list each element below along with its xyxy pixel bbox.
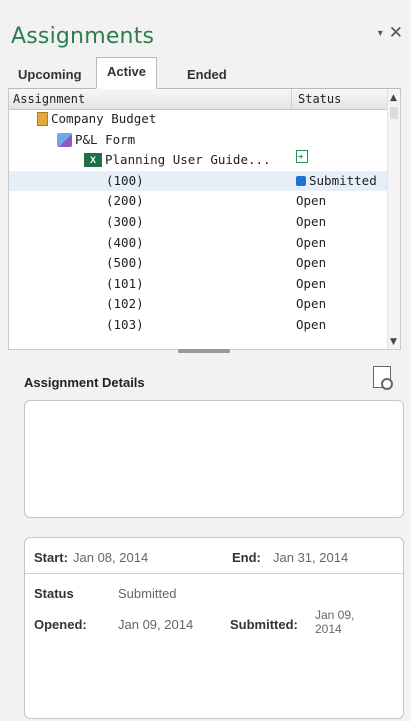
row-status: Submitted xyxy=(309,172,377,188)
divider xyxy=(25,573,403,574)
tab-active[interactable]: Active xyxy=(96,57,158,89)
column-header-assignment[interactable]: Assignment xyxy=(13,92,85,106)
row-name: (400) xyxy=(106,234,144,250)
table-row[interactable]: (300) Open xyxy=(9,212,388,233)
row-name: (500) xyxy=(106,255,144,271)
form-icon xyxy=(57,132,72,147)
table-row[interactable]: (500) Open xyxy=(9,253,388,274)
assignment-details-heading: Assignment Details xyxy=(24,375,145,390)
row-status: Open xyxy=(296,316,327,332)
end-label: End: xyxy=(232,550,261,565)
opened-value: Jan 09, 2014 xyxy=(118,617,194,632)
row-status: Open xyxy=(296,255,327,271)
grid-header: Assignment Status xyxy=(9,89,400,110)
row-status: Open xyxy=(296,296,327,312)
scroll-up-icon[interactable]: ▲ xyxy=(390,93,397,103)
row-name: P&L Form xyxy=(75,131,136,147)
submitted-value-line1: Jan 09, xyxy=(315,608,355,622)
table-row[interactable]: (102) Open xyxy=(9,294,388,315)
row-name: (102) xyxy=(106,296,144,312)
tab-upcoming[interactable]: Upcoming xyxy=(8,63,92,87)
tree-row[interactable]: X Planning User Guide... xyxy=(9,148,388,171)
row-status: Open xyxy=(296,234,327,250)
row-name: (101) xyxy=(106,275,144,291)
pane-splitter-handle[interactable] xyxy=(178,349,230,353)
table-row[interactable]: (103) Open xyxy=(9,315,388,336)
close-icon[interactable]: ✕ xyxy=(389,25,403,42)
budget-icon xyxy=(37,112,48,126)
assignment-details-box xyxy=(24,400,404,518)
row-name: (100) xyxy=(106,172,144,188)
row-name: Company Budget xyxy=(51,111,157,126)
table-row[interactable]: (101) Open xyxy=(9,274,388,295)
submitted-label: Submitted: xyxy=(230,617,298,632)
tree-row[interactable]: P&L Form xyxy=(9,130,388,151)
grid-rows: Company Budget P&L Form X Planning User G… xyxy=(9,109,388,336)
assignment-info-card: Start: Jan 08, 2014 End: Jan 31, 2014 St… xyxy=(24,537,404,719)
table-row[interactable]: (400) Open xyxy=(9,233,388,254)
excel-icon: X xyxy=(84,153,102,168)
start-value: Jan 08, 2014 xyxy=(73,550,149,565)
grid-vertical-scrollbar[interactable]: ▲ ▼ xyxy=(387,89,400,349)
row-status: Open xyxy=(296,193,327,209)
scroll-down-icon[interactable]: ▼ xyxy=(390,337,397,347)
submitted-square-icon xyxy=(296,175,306,186)
table-row[interactable]: (100) Submitted xyxy=(9,170,388,192)
open-file-icon[interactable] xyxy=(296,148,308,168)
tab-ended[interactable]: Ended xyxy=(177,63,237,87)
opened-label: Opened: xyxy=(34,617,87,632)
pane-title: Assignments xyxy=(11,24,155,49)
status-label: Status xyxy=(34,586,74,601)
status-value: Submitted xyxy=(118,586,177,601)
column-header-status[interactable]: Status xyxy=(291,89,395,109)
tree-row[interactable]: Company Budget xyxy=(9,109,388,130)
row-name: (300) xyxy=(106,213,144,229)
end-value: Jan 31, 2014 xyxy=(273,550,349,565)
row-status: Open xyxy=(296,213,327,229)
submitted-value-line2: 2014 xyxy=(315,622,342,636)
pane-controls: ▾ ✕ xyxy=(378,25,403,42)
assignments-grid: Assignment Status Company Budget P&L For… xyxy=(8,89,401,350)
row-status: Open xyxy=(296,275,327,291)
preview-details-icon[interactable] xyxy=(373,366,393,390)
pane-options-dropdown-icon[interactable]: ▾ xyxy=(378,28,383,39)
tab-strip: Upcoming Active Ended xyxy=(8,57,401,89)
start-label: Start: xyxy=(34,550,68,565)
table-row[interactable]: (200) Open xyxy=(9,191,388,212)
row-name: (200) xyxy=(106,193,144,209)
scroll-thumb[interactable] xyxy=(390,107,398,119)
row-name: (103) xyxy=(106,316,144,332)
row-name: Planning User Guide... xyxy=(105,152,271,168)
